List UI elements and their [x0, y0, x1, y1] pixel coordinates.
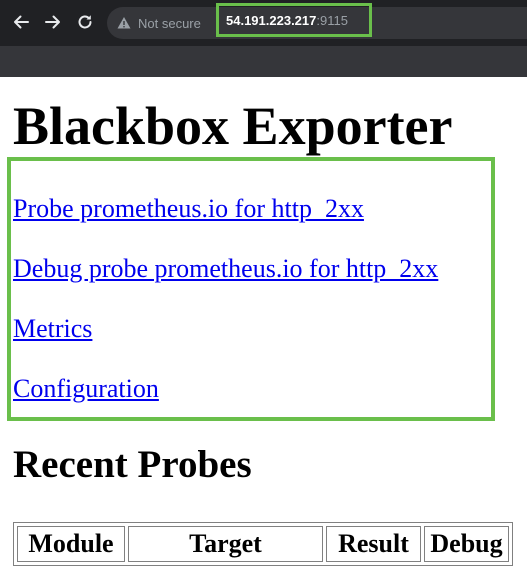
configuration-link[interactable]: Configuration [13, 374, 159, 404]
url-port: :9115 [316, 12, 348, 28]
back-button[interactable] [8, 9, 34, 35]
url-host: 54.191.223.217 [226, 12, 317, 28]
page-title: Blackbox Exporter [13, 96, 453, 156]
table-header-row: Module Target Result Debug [17, 526, 509, 562]
column-header-module: Module [17, 526, 125, 562]
recent-probes-table: Module Target Result Debug [13, 522, 513, 566]
reload-button[interactable] [72, 9, 98, 35]
column-header-target: Target [128, 526, 323, 562]
metrics-link[interactable]: Metrics [13, 314, 92, 344]
bookmarks-strip [0, 46, 527, 77]
security-label: Not secure [138, 15, 201, 31]
forward-button[interactable] [40, 9, 66, 35]
warning-triangle-icon [117, 17, 131, 29]
browser-toolbar: Not secure 54.191.223.217:9115 [0, 0, 527, 46]
url-highlight-box[interactable]: 54.191.223.217:9115 [216, 3, 372, 37]
forward-arrow-icon [45, 15, 60, 29]
column-header-debug: Debug [424, 526, 509, 562]
probe-link[interactable]: Probe prometheus.io for http_2xx [13, 194, 364, 224]
page-content: Blackbox Exporter Probe prometheus.io fo… [0, 77, 527, 571]
reload-icon [78, 15, 92, 29]
debug-probe-link[interactable]: Debug probe prometheus.io for http_2xx [13, 254, 438, 284]
back-arrow-icon [14, 15, 29, 29]
security-indicator[interactable]: Not secure [117, 7, 201, 39]
recent-probes-title: Recent Probes [13, 443, 252, 486]
column-header-result: Result [326, 526, 421, 562]
